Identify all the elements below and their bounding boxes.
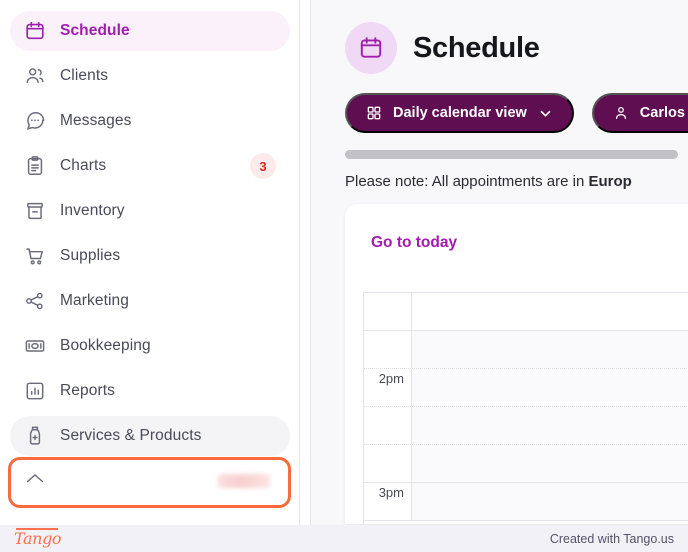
- sidebar-item-schedule[interactable]: Schedule: [10, 11, 290, 51]
- daily-calendar-view-button[interactable]: Daily calendar view: [345, 93, 574, 133]
- calendar-row[interactable]: [364, 445, 688, 483]
- calendar-grid: 2pm 3pm: [363, 292, 688, 524]
- sidebar-item-reports[interactable]: Reports: [10, 371, 290, 411]
- time-label: [364, 445, 412, 482]
- sidebar-item-label: Inventory: [60, 202, 125, 219]
- sidebar-item-label: Bookkeeping: [60, 337, 151, 354]
- help-icon: [24, 470, 46, 492]
- chevron-down-icon: [538, 106, 553, 121]
- sidebar-item-label: Reports: [60, 382, 115, 399]
- toolbar: Daily calendar view Carlos Provid: [311, 74, 688, 133]
- provider-filter-label: Carlos Provid: [639, 105, 688, 121]
- timezone-note-prefix: Please note: All appointments are in: [345, 173, 589, 190]
- calendar-row[interactable]: [364, 407, 688, 445]
- sidebar-item-inventory[interactable]: Inventory: [10, 191, 290, 231]
- tango-logo: Tango: [14, 528, 62, 548]
- sidebar-item-clients[interactable]: Clients: [10, 56, 290, 96]
- horizontal-scrollbar[interactable]: [345, 150, 678, 159]
- sidebar-item-messages[interactable]: Messages: [10, 101, 290, 141]
- tango-credit-text: Created with Tango.us: [549, 531, 674, 546]
- scrollbar-thumb[interactable]: [345, 150, 678, 159]
- calendar-row[interactable]: [364, 331, 688, 369]
- calendar-row[interactable]: 3pm: [364, 483, 688, 521]
- sidebar-item-label: Marketing: [60, 292, 129, 309]
- time-label: 3pm: [364, 483, 412, 520]
- sidebar-divider: [299, 0, 300, 552]
- sidebar-item-charts[interactable]: Charts 3: [10, 146, 290, 186]
- main-content: Schedule Daily calendar view Carlos Plea…: [311, 0, 688, 552]
- share-nodes-icon: [24, 290, 46, 312]
- calendar-row[interactable]: [364, 293, 688, 331]
- status-badge: [218, 474, 270, 488]
- calendar-slot[interactable]: [412, 293, 688, 330]
- grid-icon: [366, 105, 382, 121]
- page-title: Schedule: [413, 31, 540, 64]
- clipboard-icon: [24, 155, 46, 177]
- sidebar-item-help[interactable]: [10, 461, 290, 501]
- product-bottle-icon: [24, 425, 46, 447]
- sidebar-item-label: Services & Products: [60, 427, 202, 444]
- sidebar-item-marketing[interactable]: Marketing: [10, 281, 290, 321]
- person-icon: [613, 105, 629, 121]
- bar-chart-icon: [24, 380, 46, 402]
- sidebar-item-label: Messages: [60, 112, 132, 129]
- daily-calendar-view-label: Daily calendar view: [393, 105, 527, 121]
- page-header: Schedule: [311, 0, 688, 74]
- tango-footer: Tango Created with Tango.us: [0, 525, 688, 552]
- layout-gutter: [300, 0, 311, 552]
- calendar-slot[interactable]: [412, 331, 688, 368]
- calendar-slot[interactable]: [412, 445, 688, 482]
- time-label: [364, 293, 412, 330]
- calendar-row[interactable]: 2pm: [364, 369, 688, 407]
- calendar-slot[interactable]: [412, 407, 688, 444]
- go-to-today-link[interactable]: Go to today: [371, 234, 457, 252]
- users-icon: [24, 65, 46, 87]
- calendar-card: Go to today 2pm 3pm: [345, 204, 688, 524]
- calendar-slot[interactable]: [412, 483, 688, 520]
- shopping-cart-icon: [24, 245, 46, 267]
- status-badge: 3: [250, 153, 276, 179]
- sidebar-item-label: Schedule: [60, 22, 130, 39]
- sidebar-item-services-products[interactable]: Services & Products: [10, 416, 290, 456]
- sidebar-item-label: Supplies: [60, 247, 121, 264]
- sidebar: Schedule Clients Messages Charts 3 Inven…: [0, 0, 300, 552]
- app-window: Schedule Clients Messages Charts 3 Inven…: [0, 0, 688, 552]
- sidebar-item-label: Charts: [60, 157, 107, 174]
- banknote-icon: [24, 335, 46, 357]
- timezone-note: Please note: All appointments are in Eur…: [311, 159, 688, 190]
- time-label: 2pm: [364, 369, 412, 406]
- calendar-icon: [24, 20, 46, 42]
- provider-filter-button[interactable]: Carlos Provid: [591, 93, 688, 133]
- sidebar-item-supplies[interactable]: Supplies: [10, 236, 290, 276]
- time-label: [364, 331, 412, 368]
- sidebar-item-bookkeeping[interactable]: Bookkeeping: [10, 326, 290, 366]
- calendar-icon: [345, 22, 397, 74]
- time-label: [364, 407, 412, 444]
- chat-bubble-icon: [24, 110, 46, 132]
- calendar-slot[interactable]: [412, 369, 688, 406]
- archive-box-icon: [24, 200, 46, 222]
- sidebar-item-label: Clients: [60, 67, 109, 84]
- timezone-note-emphasis: Europ: [588, 173, 632, 190]
